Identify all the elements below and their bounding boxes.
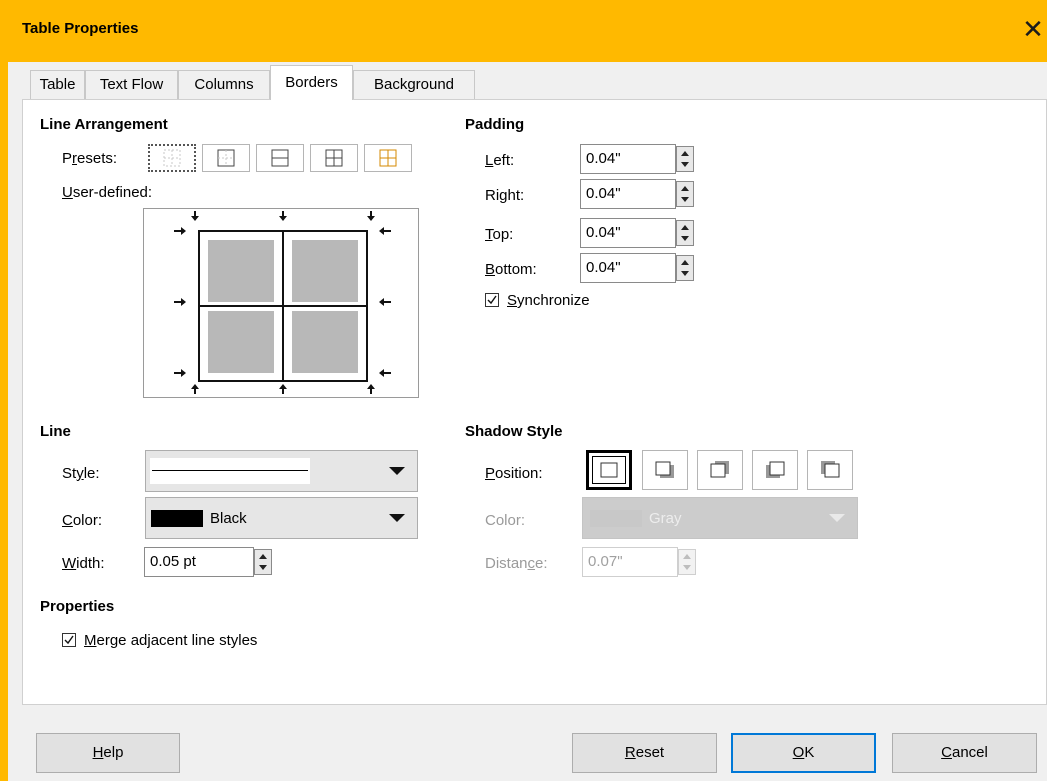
preset-none-button[interactable] (148, 144, 196, 172)
preset-none-icon (163, 149, 181, 167)
shadow-bottom-right-button[interactable] (642, 450, 688, 490)
padding-right-spinner[interactable] (676, 181, 694, 207)
preset-outer-horizontal-button[interactable] (256, 144, 304, 172)
padding-left-input[interactable]: 0.04" (580, 144, 676, 174)
padding-bottom-label: Bottom: (485, 261, 537, 278)
shadow-bottom-left-button[interactable] (752, 450, 798, 490)
synchronize-checkbox[interactable] (485, 293, 499, 307)
color-swatch (151, 510, 203, 527)
shadow-position-label: Position: (485, 465, 543, 482)
padding-top-spinner[interactable] (676, 220, 694, 246)
tab-columns[interactable]: Columns (178, 70, 270, 100)
preset-all-borders-button[interactable] (310, 144, 358, 172)
help-button[interactable]: Help (36, 733, 180, 773)
checkmark-icon (487, 295, 497, 305)
line-arrangement-heading: Line Arrangement (40, 116, 168, 133)
shadow-bottom-right-icon (655, 461, 674, 478)
shadow-color-label: Color: (485, 512, 526, 529)
window-left-border (0, 62, 8, 781)
border-arrangement-diagram (174, 211, 391, 394)
preset-all-borders-icon (325, 149, 343, 167)
padding-right-input[interactable]: 0.04" (580, 179, 676, 209)
synchronize-label[interactable]: Synchronize (507, 292, 590, 309)
shadow-top-right-button[interactable] (697, 450, 743, 490)
chevron-down-icon (829, 514, 845, 522)
tab-text-flow[interactable]: Text Flow (85, 70, 178, 100)
chevron-down-icon (389, 467, 405, 475)
title-bar (0, 0, 1047, 62)
user-defined-border-preview[interactable] (143, 208, 419, 398)
padding-bottom-spinner[interactable] (676, 255, 694, 281)
tab-panel-borders (22, 99, 1047, 705)
shadow-distance-spinner[interactable] (678, 549, 696, 575)
line-heading: Line (40, 423, 71, 440)
merge-adjacent-checkbox[interactable] (62, 633, 76, 647)
shadow-bottom-left-icon (766, 461, 785, 478)
preset-outer-border-button[interactable] (202, 144, 250, 172)
tab-borders[interactable]: Borders (270, 65, 353, 100)
preset-outer-keep-inner-button[interactable] (364, 144, 412, 172)
color-swatch (590, 510, 642, 527)
checkmark-icon (64, 635, 74, 645)
line-width-label: Width: (62, 555, 105, 572)
shadow-style-heading: Shadow Style (465, 423, 563, 440)
tab-table[interactable]: Table (30, 70, 85, 100)
shadow-none-button[interactable] (586, 450, 632, 490)
shadow-distance-input[interactable]: 0.07" (582, 547, 678, 577)
reset-button[interactable]: Reset (572, 733, 717, 773)
shadow-top-left-icon (821, 461, 840, 478)
close-icon[interactable]: ✕ (1020, 14, 1046, 44)
cancel-button[interactable]: Cancel (892, 733, 1037, 773)
merge-adjacent-label[interactable]: Merge adjacent line styles (84, 632, 257, 649)
tab-background[interactable]: Background (353, 70, 475, 100)
padding-top-input[interactable]: 0.04" (580, 218, 676, 248)
padding-bottom-input[interactable]: 0.04" (580, 253, 676, 283)
line-width-input[interactable]: 0.05 pt (144, 547, 254, 577)
chevron-down-icon (389, 514, 405, 522)
padding-top-label: Top: (485, 226, 514, 243)
shadow-top-left-button[interactable] (807, 450, 853, 490)
padding-left-spinner[interactable] (676, 146, 694, 172)
line-style-dropdown[interactable] (145, 450, 418, 492)
line-style-label: Style: (62, 465, 100, 482)
line-color-dropdown[interactable]: Black (145, 497, 418, 539)
line-color-label: Color: (62, 512, 103, 529)
line-style-preview (150, 458, 310, 484)
shadow-color-dropdown[interactable]: Gray (582, 497, 858, 539)
window-title: Table Properties (22, 20, 139, 37)
shadow-none-icon (600, 462, 618, 478)
presets-label: Presets: (62, 150, 118, 167)
preset-outer-horizontal-icon (271, 149, 289, 167)
preset-outer-border-icon (217, 149, 235, 167)
line-width-spinner[interactable] (254, 549, 272, 575)
user-defined-label: User-defined: (62, 184, 153, 201)
line-color-value: Black (210, 510, 247, 527)
padding-left-label: Left: (485, 152, 515, 169)
padding-heading: Padding (465, 116, 525, 133)
properties-heading: Properties (40, 598, 115, 615)
padding-right-label: Right: (485, 187, 525, 204)
preset-outer-keep-inner-icon (379, 149, 397, 167)
shadow-distance-label: Distance: (485, 555, 548, 572)
solid-line-sample (152, 470, 308, 471)
shadow-color-value: Gray (649, 510, 682, 527)
shadow-top-right-icon (710, 461, 729, 478)
ok-button[interactable]: OK (731, 733, 876, 773)
